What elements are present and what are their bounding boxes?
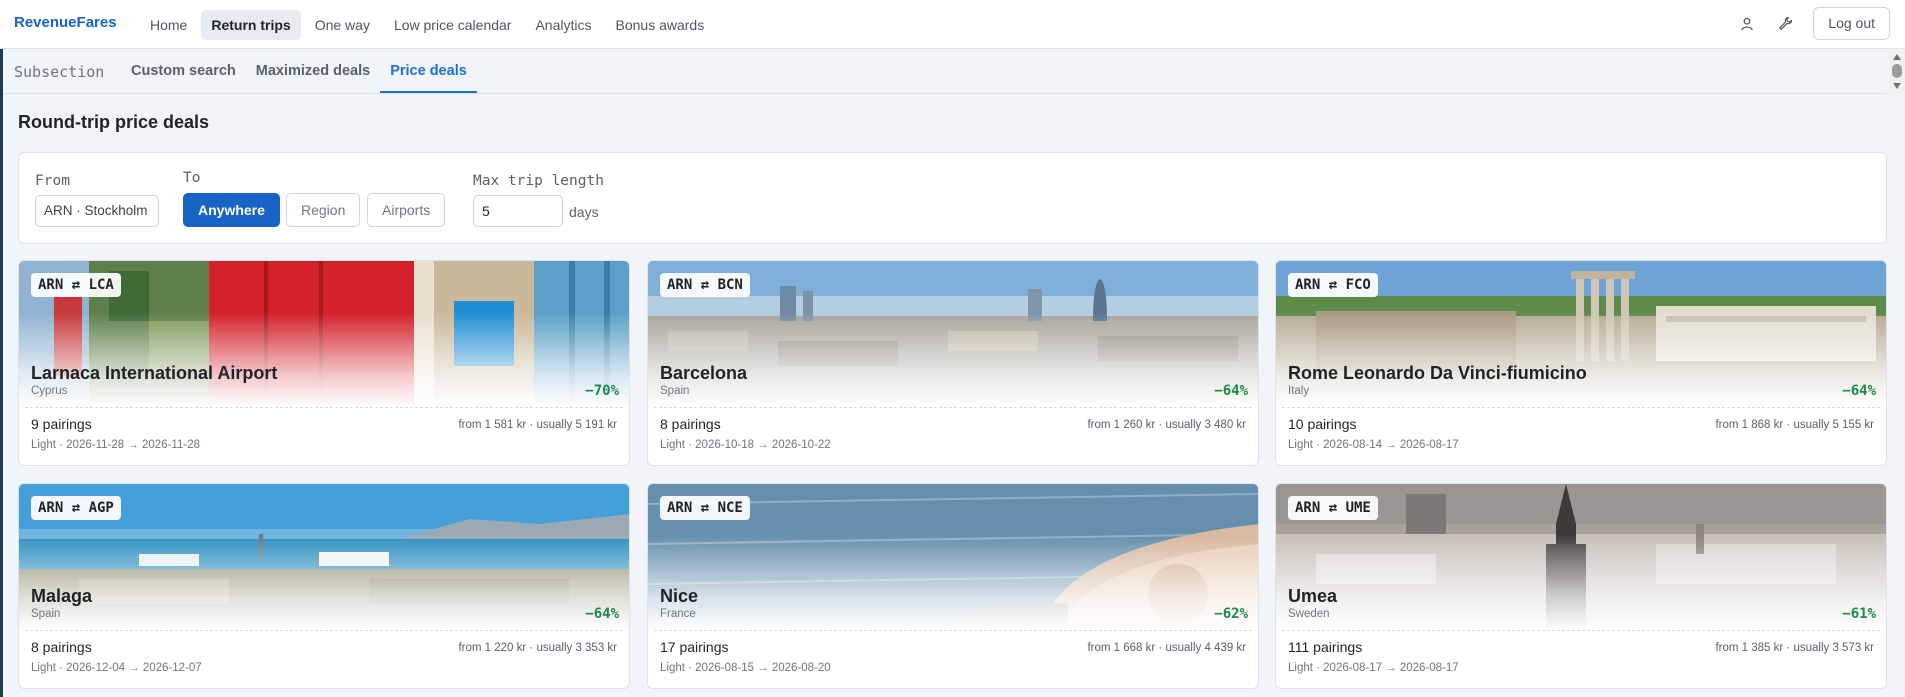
pairings-count: 10 pairings — [1288, 416, 1357, 432]
trip-dates: Light · 2026-10-18 → 2026-10-22 — [660, 439, 831, 451]
deal-card-bcn[interactable]: ARN ⇄ BCN Barcelona Spain −64% 8 pairing… — [647, 260, 1259, 466]
trip-dates: Light · 2026-08-15 → 2026-08-20 — [660, 662, 831, 674]
card-divider — [654, 630, 1252, 631]
destination-country: Cyprus — [31, 385, 68, 397]
user-icon[interactable] — [1737, 14, 1757, 34]
nav-home[interactable]: Home — [140, 10, 197, 40]
nav-low-price-calendar[interactable]: Low price calendar — [384, 10, 522, 40]
destination-name: Larnaca International Airport — [31, 363, 278, 383]
discount-badge: −61% — [1842, 606, 1876, 622]
discount-badge: −62% — [1214, 606, 1248, 622]
top-navbar: RevenueFares Home Return trips One way L… — [0, 0, 1905, 49]
tab-maximized-deals[interactable]: Maximized deals — [246, 49, 380, 93]
destination-name: Malaga — [31, 586, 93, 606]
price-info: from 1 260 kr · usually 3 480 kr — [1087, 419, 1246, 431]
scroll-up-arrow[interactable] — [1893, 54, 1901, 60]
from-label: From — [35, 173, 70, 189]
price-info: from 1 581 kr · usually 5 191 kr — [458, 419, 617, 431]
scroll-down-arrow[interactable] — [1893, 83, 1901, 89]
trip-dates: Light · 2026-12-04 → 2026-12-07 — [31, 662, 202, 674]
route-badge: ARN ⇄ UME — [1288, 496, 1378, 520]
sub-navbar: Subsection Custom search Maximized deals… — [3, 49, 1887, 94]
main-nav: Home Return trips One way Low price cale… — [140, 10, 714, 40]
pairings-count: 17 pairings — [660, 639, 729, 655]
destination-country: Spain — [660, 385, 690, 397]
to-anywhere-button[interactable]: Anywhere — [183, 193, 280, 227]
pairings-count: 8 pairings — [660, 416, 721, 432]
deal-card-fco[interactable]: ARN ⇄ FCO Rome Leonardo Da Vinci-fiumici… — [1275, 260, 1887, 466]
brand-logo[interactable]: RevenueFares — [14, 14, 117, 31]
card-divider — [1282, 407, 1880, 408]
deal-card-agp[interactable]: ARN ⇄ AGP Malaga Spain −64% 8 pairings f… — [18, 483, 630, 689]
card-divider — [654, 407, 1252, 408]
route-badge: ARN ⇄ NCE — [660, 496, 750, 520]
wrench-icon[interactable] — [1775, 14, 1795, 34]
route-badge: ARN ⇄ BCN — [660, 273, 750, 297]
from-field[interactable]: ARN · Stockholm — [35, 195, 159, 227]
destination-name: Rome Leonardo Da Vinci-fiumicino — [1288, 363, 1587, 383]
to-region-button[interactable]: Region — [286, 193, 361, 227]
deal-card-ume[interactable]: ARN ⇄ UME Umea Sweden −61% 111 pairings … — [1275, 483, 1887, 689]
destination-country: Spain — [31, 608, 61, 620]
tab-price-deals[interactable]: Price deals — [380, 49, 477, 93]
pairings-count: 8 pairings — [31, 639, 92, 655]
card-divider — [1282, 630, 1880, 631]
deal-card-nce[interactable]: ARN ⇄ NCE Nice France −62% 17 pairings f… — [647, 483, 1259, 689]
scroll-thumb[interactable] — [1892, 64, 1902, 78]
nav-analytics[interactable]: Analytics — [525, 10, 601, 40]
route-badge: ARN ⇄ LCA — [31, 273, 121, 297]
nav-bonus-awards[interactable]: Bonus awards — [606, 10, 715, 40]
destination-name: Nice — [660, 586, 699, 606]
pairings-count: 9 pairings — [31, 416, 92, 432]
destination-name: Umea — [1288, 586, 1338, 606]
top-actions: Log out — [1737, 7, 1890, 40]
window-edge — [0, 0, 3, 697]
page-title: Round-trip price deals — [18, 112, 210, 132]
tab-custom-search[interactable]: Custom search — [121, 49, 246, 93]
days-unit-label: days — [569, 204, 599, 220]
destination-country: France — [660, 608, 696, 620]
discount-badge: −64% — [1842, 383, 1876, 399]
pairings-count: 111 pairings — [1288, 639, 1363, 655]
deal-card-lca[interactable]: ARN ⇄ LCA Larnaca International Airport … — [18, 260, 630, 466]
discount-badge: −70% — [585, 383, 619, 399]
subsection-label: Subsection — [14, 63, 105, 81]
card-divider — [25, 407, 623, 408]
subsection-tabs: Custom search Maximized deals Price deal… — [121, 49, 477, 93]
destination-country: Italy — [1288, 385, 1310, 397]
trip-dates: Light · 2026-08-14 → 2026-08-17 — [1288, 439, 1459, 451]
route-badge: ARN ⇄ FCO — [1288, 273, 1378, 297]
route-badge: ARN ⇄ AGP — [31, 496, 121, 520]
destination-country: Sweden — [1288, 608, 1330, 620]
logout-button[interactable]: Log out — [1813, 7, 1890, 40]
discount-badge: −64% — [1214, 383, 1248, 399]
trip-dates: Light · 2026-08-17 → 2026-08-17 — [1288, 662, 1459, 674]
filter-panel: From ARN · Stockholm To Anywhere Region … — [18, 152, 1887, 244]
price-info: from 1 385 kr · usually 3 573 kr — [1715, 642, 1874, 654]
card-divider — [25, 630, 623, 631]
destination-name: Barcelona — [660, 363, 748, 383]
discount-badge: −64% — [585, 606, 619, 622]
to-airports-button[interactable]: Airports — [367, 193, 446, 227]
scrollbar[interactable] — [1889, 49, 1905, 94]
nav-return-trips[interactable]: Return trips — [201, 10, 301, 40]
to-label: To — [183, 170, 201, 186]
price-info: from 1 868 kr · usually 5 155 kr — [1715, 419, 1874, 431]
trip-dates: Light · 2026-11-28 → 2026-11-28 — [31, 439, 200, 451]
price-info: from 1 668 kr · usually 4 439 kr — [1087, 642, 1246, 654]
price-info: from 1 220 kr · usually 3 353 kr — [458, 642, 617, 654]
max-trip-length-input[interactable]: 5 — [473, 195, 563, 227]
nav-one-way[interactable]: One way — [305, 10, 380, 40]
max-trip-length-label: Max trip length — [473, 173, 604, 189]
